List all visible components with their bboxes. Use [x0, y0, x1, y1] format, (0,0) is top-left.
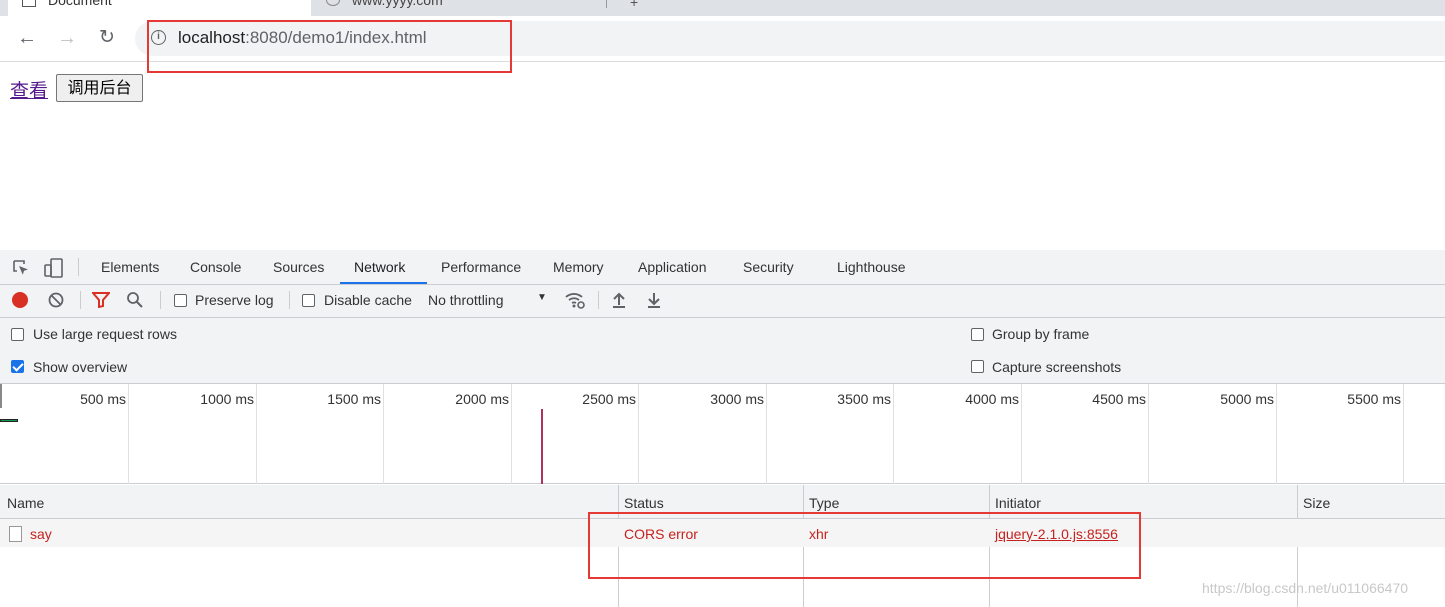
divider: [80, 291, 81, 309]
overview-tick-label: 1000 ms: [200, 391, 254, 407]
tab-memory[interactable]: Memory: [553, 259, 604, 275]
overview-tick-label: 5000 ms: [1220, 391, 1274, 407]
tab-sources[interactable]: Sources: [273, 259, 324, 275]
overview-tick-label: 1500 ms: [327, 391, 381, 407]
preserve-log-label: Preserve log: [195, 292, 274, 308]
overview-gridline: [766, 384, 767, 484]
clear-icon[interactable]: [48, 292, 64, 308]
column-header-status[interactable]: Status: [624, 495, 664, 511]
overview-gridline: [1021, 384, 1022, 484]
page-icon: [22, 0, 36, 7]
overview-tick-label: 4500 ms: [1092, 391, 1146, 407]
view-link[interactable]: 查看: [10, 76, 48, 103]
network-settings-pane: [0, 318, 1445, 384]
device-toolbar-icon[interactable]: [44, 258, 64, 278]
search-icon[interactable]: [126, 291, 144, 309]
request-name[interactable]: say: [30, 526, 52, 542]
tab-network[interactable]: Network: [354, 259, 405, 275]
document-icon: [9, 526, 22, 542]
column-header-initiator[interactable]: Initiator: [995, 495, 1041, 511]
overview-gridline: [893, 384, 894, 484]
group-by-frame-label: Group by frame: [992, 326, 1090, 342]
large-rows-label: Use large request rows: [33, 326, 177, 342]
annotation-box-request: [588, 512, 1141, 579]
column-header-type[interactable]: Type: [809, 495, 839, 511]
overview-tick-label: 2000 ms: [455, 391, 509, 407]
back-button[interactable]: ←: [12, 24, 42, 54]
call-backend-button[interactable]: 调用后台: [56, 74, 143, 102]
tab-divider: [606, 0, 607, 8]
overview-gridline: [383, 384, 384, 484]
overview-tick-label: 500 ms: [80, 391, 126, 407]
overview-gridline: [1148, 384, 1149, 484]
column-header-name[interactable]: Name: [7, 495, 44, 511]
preserve-log-checkbox[interactable]: [174, 294, 187, 307]
overview-tick-label: 4000 ms: [965, 391, 1019, 407]
capture-screenshots-checkbox[interactable]: [971, 360, 984, 373]
disable-cache-label: Disable cache: [324, 292, 412, 308]
divider: [598, 291, 599, 309]
tab-application[interactable]: Application: [638, 259, 707, 275]
disable-cache-checkbox[interactable]: [302, 294, 315, 307]
load-event-marker: [541, 409, 543, 484]
overview-gridline: [128, 384, 129, 484]
overview-window-handle[interactable]: [0, 384, 2, 408]
import-har-icon[interactable]: [611, 291, 627, 309]
capture-screenshots-label: Capture screenshots: [992, 359, 1122, 375]
tab-performance[interactable]: Performance: [441, 259, 521, 275]
overview-tick-label: 2500 ms: [582, 391, 636, 407]
inspect-element-icon[interactable]: [12, 259, 30, 277]
record-icon[interactable]: [12, 292, 28, 308]
new-tab-button[interactable]: +: [630, 0, 638, 10]
throttling-select[interactable]: No throttling: [428, 292, 503, 308]
tab-lighthouse[interactable]: Lighthouse: [837, 259, 906, 275]
forward-button[interactable]: →: [52, 24, 82, 54]
overview-gridline: [1276, 384, 1277, 484]
tab-security[interactable]: Security: [743, 259, 794, 275]
group-by-frame-checkbox[interactable]: [971, 328, 984, 341]
overview-gridline: [1403, 384, 1404, 484]
divider: [78, 258, 79, 276]
overview-request-bar: [0, 419, 18, 422]
overview-tick-label: 5500 ms: [1347, 391, 1401, 407]
network-conditions-icon[interactable]: [564, 290, 586, 310]
annotation-box-url: [147, 20, 512, 73]
show-overview-checkbox[interactable]: [11, 360, 24, 373]
reload-button[interactable]: ↻: [92, 24, 122, 54]
show-overview-label: Show overview: [33, 359, 128, 375]
tab-console[interactable]: Console: [190, 259, 241, 275]
overview-gridline: [511, 384, 512, 484]
overview-gridline: [256, 384, 257, 484]
large-rows-checkbox[interactable]: [11, 328, 24, 341]
active-tab-indicator: [340, 282, 427, 284]
divider: [160, 291, 161, 309]
divider: [289, 291, 290, 309]
overview-tick-label: 3000 ms: [710, 391, 764, 407]
watermark: https://blog.csdn.net/u011066470: [1202, 580, 1409, 596]
overview-gridline: [638, 384, 639, 484]
tab-title: Document: [48, 0, 112, 8]
filter-icon[interactable]: [92, 292, 110, 308]
dropdown-arrow-icon[interactable]: ▼: [537, 292, 547, 303]
tab-elements[interactable]: Elements: [101, 259, 159, 275]
tab-title-2[interactable]: www.yyyy.com: [352, 0, 443, 8]
column-header-size[interactable]: Size: [1303, 495, 1330, 511]
overview-tick-label: 3500 ms: [837, 391, 891, 407]
export-har-icon[interactable]: [646, 291, 662, 309]
